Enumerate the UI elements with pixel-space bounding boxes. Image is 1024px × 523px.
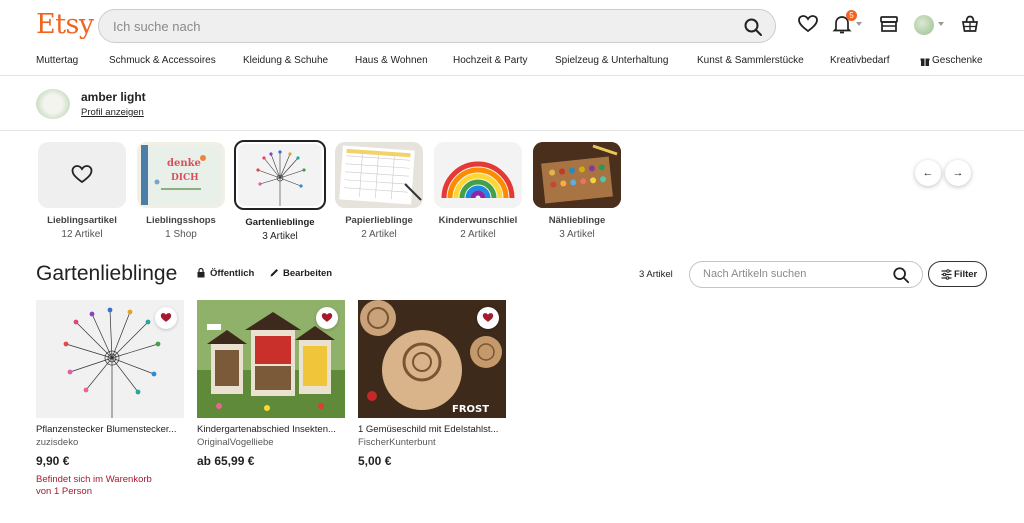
collection-card[interactable]: Kinderwunschliel 2 Artikel [434, 142, 522, 240]
collection-title: Kinderwunschliel [438, 215, 518, 226]
collection-card[interactable]: denke DICH Lieblingsshops 1 Shop [137, 142, 225, 240]
collection-search-placeholder: Nach Artikeln suchen [703, 268, 807, 280]
nav-item-kleidung[interactable]: Kleidung & Schuhe [243, 55, 328, 66]
listing-title[interactable]: 1 Gemüseschild mit Edelstahlst... [358, 424, 506, 435]
collection-title: Papierlieblinge [345, 215, 413, 226]
visibility-label: Öffentlich [210, 268, 255, 279]
collection-thumbnail [234, 140, 326, 210]
collection-card[interactable]: Lieblingsartikel 12 Artikel [38, 142, 126, 240]
collection-count: 12 Artikel [61, 229, 103, 240]
listing-price: 9,90 € [36, 454, 70, 468]
search-placeholder: Ich suche nach [113, 19, 201, 34]
listing-price: 5,00 € [358, 454, 392, 468]
listing-image[interactable]: FROST [358, 300, 506, 418]
basket-icon[interactable] [959, 13, 981, 35]
plant-stake-image [256, 150, 306, 206]
favorite-button[interactable] [316, 307, 338, 329]
nav-item-kunst[interactable]: Kunst & Sammlerstücke [697, 55, 804, 66]
collection-count: 2 Artikel [460, 229, 496, 240]
favorite-button[interactable] [477, 307, 499, 329]
nav-item-haus[interactable]: Haus & Wohnen [355, 55, 428, 66]
nav-item-hochzeit[interactable]: Hochzeit & Party [453, 55, 527, 66]
collection-title: Lieblingsshops [146, 215, 216, 226]
collection-thumbnail: denke DICH [137, 142, 225, 208]
heart-filled-icon [160, 313, 172, 322]
listing-shop: OriginalVogelliebe [197, 437, 274, 448]
collection-card[interactable]: Nählieblinge 3 Artikel [533, 142, 621, 240]
sewing-box-image [533, 142, 621, 208]
listing-title[interactable]: Kindergartenabschied Insekten... [197, 424, 345, 435]
chevron-down-icon [938, 22, 944, 26]
heart-filled-icon [482, 313, 494, 322]
header: Etsy Ich suche nach 5 [0, 0, 1024, 50]
search-icon[interactable] [892, 266, 910, 284]
listing-image[interactable] [36, 300, 184, 418]
svg-text:FROST: FROST [452, 404, 489, 415]
avatar[interactable] [914, 15, 934, 35]
search-icon[interactable] [743, 17, 763, 37]
category-nav: Muttertag Schmuck & Accessoires Kleidung… [0, 50, 1024, 76]
filter-button[interactable]: Filter [928, 261, 987, 287]
collection-thumbnail [335, 142, 423, 208]
edit-button[interactable]: Bearbeiten [270, 268, 333, 279]
collection-thumbnail [434, 142, 522, 208]
item-count: 3 Artikel [639, 269, 673, 280]
listing-shop: zuzisdeko [36, 437, 79, 448]
collection-title: Lieblingsartikel [47, 215, 117, 226]
collection-heading: Gartenlieblinge [36, 262, 178, 285]
notification-badge: 5 [846, 10, 857, 21]
view-profile-link[interactable]: Profil anzeigen [81, 107, 144, 118]
listing-card[interactable]: Kindergartenabschied Insekten... Origina… [197, 300, 345, 468]
book-cover-image: denke DICH [141, 145, 221, 205]
nav-item-kreativbedarf[interactable]: Kreativbedarf [830, 55, 889, 66]
collection-title: Gartenlieblinge [245, 217, 315, 228]
etsy-logo[interactable]: Etsy [36, 9, 94, 40]
visibility-button[interactable]: Öffentlich [197, 267, 255, 279]
shop-icon[interactable] [878, 13, 900, 35]
gift-icon [920, 58, 930, 66]
nav-item-spielzeug[interactable]: Spielzeug & Unterhaltung [555, 55, 668, 66]
carousel-prev-button[interactable]: ← [915, 160, 941, 186]
sliders-icon [941, 269, 952, 280]
rainbow-toy-image [441, 161, 515, 199]
collection-title: Nählieblinge [548, 215, 606, 226]
listing-card[interactable]: FROST 1 Gemüseschild mit Edelstahlst... … [358, 300, 506, 468]
collection-search-input[interactable]: Nach Artikeln suchen [689, 261, 923, 288]
collection-count: 2 Artikel [361, 229, 397, 240]
nav-item-muttertag[interactable]: Muttertag [36, 55, 78, 66]
cart-note: Befindet sich im Warenkorb von 1 Person [36, 474, 152, 497]
heart-icon [71, 165, 93, 184]
listing-price: ab 65,99 € [197, 454, 255, 468]
planner-image [339, 145, 422, 205]
profile-name: amber light [81, 90, 146, 104]
heart-icon[interactable] [797, 13, 819, 35]
profile-avatar[interactable] [36, 89, 70, 119]
nav-item-schmuck[interactable]: Schmuck & Accessoires [109, 55, 216, 66]
nav-item-geschenke[interactable]: Geschenke [932, 55, 983, 66]
filter-label: Filter [954, 269, 978, 280]
search-bar[interactable]: Ich suche nach [98, 9, 776, 43]
collection-thumbnail [533, 142, 621, 208]
pencil-icon [270, 269, 278, 277]
svg-text:DICH: DICH [171, 173, 199, 183]
listing-title[interactable]: Pflanzenstecker Blumenstecker... [36, 424, 184, 435]
heart-filled-icon [321, 313, 333, 322]
profile-header: amber light Profil anzeigen [0, 77, 1024, 131]
collection-thumbnail [38, 142, 126, 208]
carousel-next-button[interactable]: → [945, 160, 971, 186]
chevron-down-icon [856, 22, 862, 26]
collection-count: 1 Shop [165, 229, 197, 240]
listing-shop: FischerKunterbunt [358, 437, 436, 448]
edit-label: Bearbeiten [283, 268, 333, 279]
listing-card[interactable]: Pflanzenstecker Blumenstecker... zuzisde… [36, 300, 184, 498]
favorite-button[interactable] [155, 307, 177, 329]
collection-card[interactable]: Papierlieblinge 2 Artikel [335, 142, 423, 240]
collection-count: 3 Artikel [559, 229, 595, 240]
lock-icon [197, 267, 205, 278]
svg-text:denke: denke [167, 158, 201, 169]
collection-count: 3 Artikel [262, 231, 298, 242]
listing-image[interactable] [197, 300, 345, 418]
collection-card-selected[interactable]: Gartenlieblinge 3 Artikel [234, 140, 326, 242]
